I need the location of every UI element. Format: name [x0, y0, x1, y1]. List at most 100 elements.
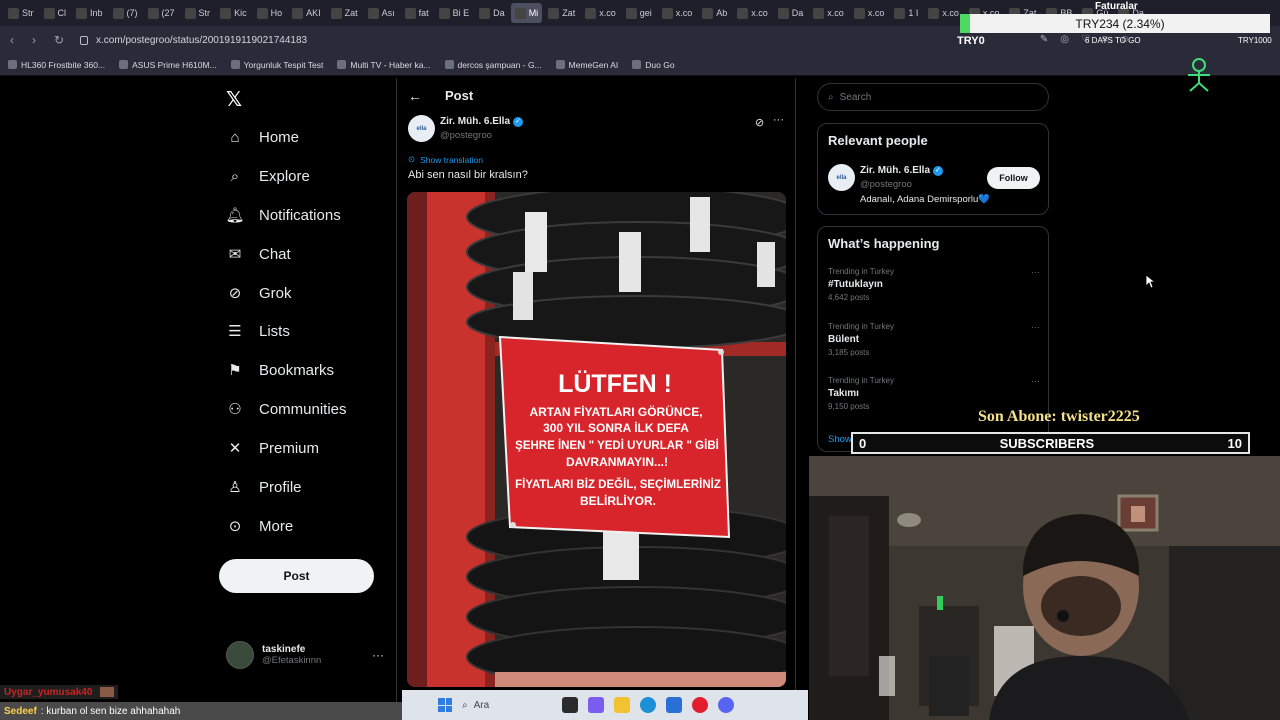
sidebar-item-more[interactable]: ⊙ More: [226, 513, 293, 539]
browser-tab[interactable]: x.co: [581, 3, 620, 23]
sidebar-item-chat[interactable]: ✉ Chat: [226, 241, 291, 267]
trend-name: Takımı: [828, 388, 859, 399]
tab-label: Bi E: [452, 8, 470, 18]
relevant-person-name[interactable]: Zir. Müh. 6.Ella ✓: [860, 165, 944, 176]
sidebar-item-bookmarks[interactable]: ⚑ Bookmarks: [226, 357, 334, 383]
search-input[interactable]: ⌕ Search: [817, 83, 1049, 111]
trend-more-icon[interactable]: ···: [1031, 267, 1040, 277]
opera-icon[interactable]: [692, 697, 708, 713]
days-to-go: 6 DAYS TO GO: [1085, 36, 1141, 45]
browser-tab[interactable]: x.co: [924, 3, 963, 23]
account-more-icon[interactable]: ···: [372, 648, 384, 662]
back-arrow-icon[interactable]: ←: [408, 88, 422, 104]
grok-icon[interactable]: ⊘: [755, 116, 764, 129]
bookmark-label: Duo Go: [645, 59, 675, 70]
back-icon[interactable]: ‹: [10, 33, 22, 47]
edge-icon[interactable]: [640, 697, 656, 713]
trend-item[interactable]: Trending in Turkey Takımı 9,150 posts ···: [828, 376, 1040, 411]
forward-icon[interactable]: ›: [32, 33, 44, 47]
browser-tab[interactable]: Da: [774, 3, 808, 23]
sidebar-item-profile[interactable]: ♙ Profile: [226, 474, 301, 500]
browser-tab[interactable]: x.co: [809, 3, 848, 23]
browser-tab[interactable]: Ası: [364, 3, 399, 23]
sidebar-item-premium[interactable]: ✕ Premium: [226, 435, 319, 461]
browser-tab[interactable]: (27: [144, 3, 179, 23]
browser-tab[interactable]: Ho: [253, 3, 287, 23]
tab-favicon-icon: [548, 7, 560, 19]
sidebar-item-grok[interactable]: ⊘ Grok: [226, 280, 292, 306]
browser-tab[interactable]: Zat: [327, 3, 362, 23]
sidebar-item-label: Notifications: [259, 206, 341, 224]
faturalar-label: Faturalar: [1095, 1, 1138, 12]
webcam-scene: [809, 456, 1280, 720]
browser-tab[interactable]: x.co: [733, 3, 772, 23]
sidebar-item-home[interactable]: ⌂ Home: [226, 124, 299, 150]
browser-tab[interactable]: AKI: [288, 3, 325, 23]
file-explorer-icon[interactable]: [614, 697, 630, 713]
bookmark-item[interactable]: Yorgunluk Tespit Test: [230, 60, 323, 70]
windows-start-icon[interactable]: [438, 698, 452, 712]
follow-button[interactable]: Follow: [987, 167, 1040, 189]
trend-item[interactable]: Trending in Turkey #Tutuklayın 4,642 posts…: [828, 267, 1040, 302]
tab-label: Kic: [234, 8, 247, 18]
author-avatar[interactable]: ella: [408, 115, 435, 142]
post-image[interactable]: LÜTFEN ! ARTAN FİYATLARI GÖRÜNCE, 300 YI…: [407, 192, 786, 687]
browser-tab[interactable]: Str: [181, 3, 215, 23]
post-more-icon[interactable]: ···: [773, 114, 784, 126]
account-switcher[interactable]: taskinefe @Efetaskinnn: [226, 641, 321, 669]
chat-message: Uygar_yumusak40: [0, 685, 119, 699]
taskbar-search[interactable]: ⌕ Ara: [462, 700, 552, 711]
copilot-icon[interactable]: [588, 697, 604, 713]
task-view-icon[interactable]: [562, 697, 578, 713]
browser-tab[interactable]: (7): [109, 3, 142, 23]
reload-icon[interactable]: ↻: [54, 33, 66, 47]
browser-tab[interactable]: Mi: [510, 3, 543, 23]
trend-more-icon[interactable]: ···: [1031, 376, 1040, 386]
browser-tab[interactable]: Str: [4, 3, 38, 23]
tab-label: Str: [198, 8, 211, 18]
tab-favicon-icon: [404, 7, 416, 19]
bookmark-item[interactable]: dercos şampuan - G...: [444, 60, 542, 70]
bookmark-item[interactable]: HL360 Frostbite 360...: [8, 60, 105, 70]
tab-favicon-icon: [43, 7, 55, 19]
sidebar-item-notifications[interactable]: 🔔︎ Notifications: [225, 202, 341, 228]
edit-icon[interactable]: ✎: [1040, 34, 1048, 45]
trend-item[interactable]: Trending in Turkey Bülent 3,185 posts ···: [828, 322, 1040, 357]
author-handle[interactable]: @postegroo: [440, 130, 492, 141]
bookmark-item[interactable]: MemeGen AI: [555, 60, 618, 70]
sidebar-item-explore[interactable]: ⌕ Explore: [226, 163, 310, 189]
discord-icon[interactable]: [718, 697, 734, 713]
browser-tab[interactable]: Kic: [216, 3, 251, 23]
tab-favicon-icon: [220, 7, 232, 19]
browser-tab[interactable]: Cl: [40, 3, 71, 23]
browser-tab[interactable]: x.co: [658, 3, 697, 23]
sidebar-item-communities[interactable]: ⚇ Communities: [226, 396, 346, 422]
trend-more-icon[interactable]: ···: [1031, 322, 1040, 332]
url-field[interactable]: x.com/postegroo/status/20019191190217441…: [80, 35, 307, 46]
x-logo-icon[interactable]: 𝕏: [226, 87, 242, 111]
browser-tab[interactable]: fat: [401, 3, 433, 23]
browser-tab[interactable]: Inb: [72, 3, 107, 23]
bookmark-item[interactable]: Duo Go: [632, 59, 675, 70]
camera-icon[interactable]: ◎: [1060, 34, 1069, 45]
tab-favicon-icon: [853, 7, 865, 19]
sidebar-item-lists[interactable]: ☰ Lists: [226, 318, 290, 344]
relevant-person-handle[interactable]: @postegroo: [860, 179, 912, 190]
store-icon[interactable]: [666, 697, 682, 713]
bookmark-item[interactable]: ASUS Prime H610M...: [119, 60, 217, 70]
browser-tab[interactable]: Da: [475, 3, 509, 23]
show-translation-link[interactable]: ⊙ Show translation: [408, 154, 483, 165]
author-name[interactable]: Zir. Müh. 6.Ella ✓: [440, 116, 524, 127]
tab-label: Da: [791, 8, 804, 18]
browser-tab[interactable]: 1 I: [890, 3, 922, 23]
browser-tab[interactable]: Bi E: [435, 3, 474, 23]
bookmark-item[interactable]: Multi TV - Haber ka...: [337, 60, 431, 70]
post-button[interactable]: Post: [219, 559, 374, 593]
browser-tab[interactable]: x.co: [850, 3, 889, 23]
browser-tab[interactable]: Ab: [698, 3, 731, 23]
browser-tab[interactable]: Zat: [544, 3, 579, 23]
browser-tab[interactable]: gei: [622, 3, 656, 23]
avatar[interactable]: ella: [828, 164, 855, 191]
grok-icon: ⊘: [228, 285, 242, 302]
trend-count: 4,642 posts: [828, 293, 870, 302]
